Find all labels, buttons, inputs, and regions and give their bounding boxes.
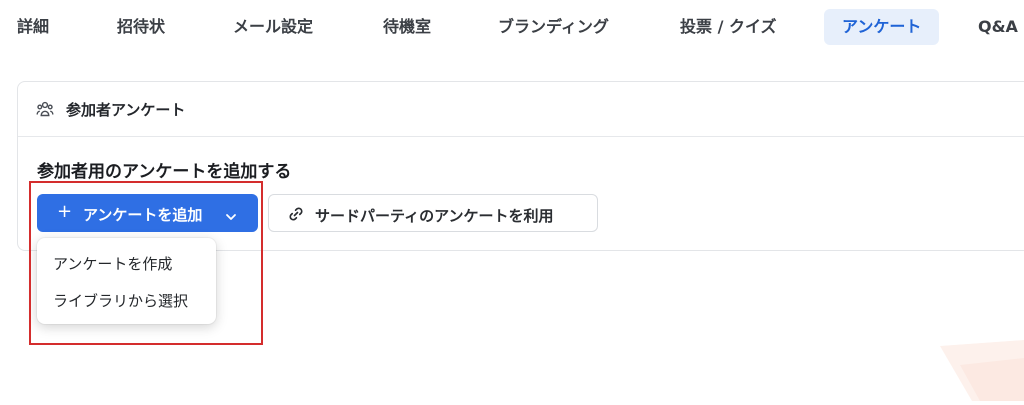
decorative-corner [930,340,1024,401]
tab-details[interactable]: 詳細 [17,9,49,45]
tab-poll-quiz[interactable]: 投票 / クイズ [680,9,777,45]
tab-email-settings[interactable]: メール設定 [233,9,313,45]
people-icon [36,100,54,118]
add-survey-button[interactable]: + アンケートを追加 [37,194,258,232]
third-party-survey-label: サードパーティのアンケートを利用 [315,207,554,225]
chevron-down-icon [225,208,237,220]
menu-item-select-from-library[interactable]: ライブラリから選択 [53,290,188,311]
card-header: 参加者アンケート [18,82,1024,137]
plus-icon: + [57,201,73,222]
tab-branding[interactable]: ブランディング [498,9,609,45]
add-survey-label: アンケートを追加 [83,206,203,224]
card-title: 参加者アンケート [66,101,186,119]
tab-qa[interactable]: Q&A [978,9,1018,45]
section-title: 参加者用のアンケートを追加する [37,162,292,182]
tab-invitation[interactable]: 招待状 [117,9,165,45]
tab-survey[interactable]: アンケート [824,9,940,45]
tab-bar: 詳細 招待状 メール設定 待機室 ブランディング 投票 / クイズ アンケート … [0,0,1024,58]
link-icon [287,205,305,223]
menu-item-create-survey[interactable]: アンケートを作成 [53,253,172,274]
add-survey-dropdown-menu: アンケートを作成 ライブラリから選択 [37,238,216,324]
third-party-survey-button[interactable]: サードパーティのアンケートを利用 [268,194,598,232]
tab-waiting-room[interactable]: 待機室 [383,9,431,45]
